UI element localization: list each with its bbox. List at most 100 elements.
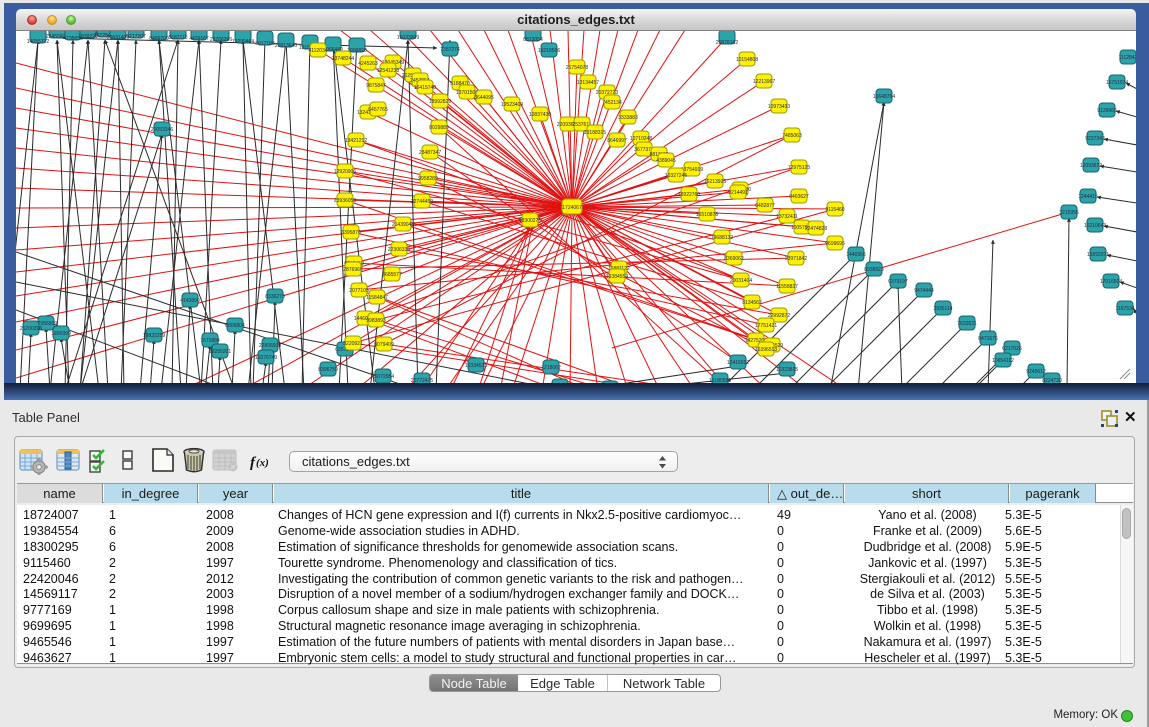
- svg-text:23487347: 23487347: [419, 150, 441, 156]
- svg-text:9217207: 9217207: [126, 34, 146, 40]
- svg-text:4439167: 4439167: [189, 36, 209, 42]
- svg-text:15692971: 15692971: [1087, 252, 1109, 258]
- svg-text:8806804: 8806804: [225, 323, 245, 329]
- svg-text:3215955: 3215955: [1059, 210, 1079, 216]
- svg-text:9214491: 9214491: [728, 190, 748, 196]
- svg-text:16648764: 16648764: [873, 94, 895, 100]
- svg-text:7357274: 7357274: [440, 47, 460, 53]
- svg-text:2876966: 2876966: [343, 267, 363, 273]
- svg-text:3395870: 3395870: [341, 230, 361, 236]
- svg-text:4112034: 4112034: [308, 48, 327, 54]
- svg-text:10654112: 10654112: [992, 358, 1014, 364]
- svg-text:8224730: 8224730: [1042, 378, 1062, 383]
- svg-text:22306335: 22306335: [388, 247, 410, 253]
- svg-text:18922760: 18922760: [678, 192, 700, 198]
- svg-text:16213925: 16213925: [704, 179, 726, 185]
- svg-text:1890399: 1890399: [51, 331, 71, 337]
- svg-text:1218062: 1218062: [541, 365, 561, 371]
- svg-text:7485063: 7485063: [782, 133, 802, 139]
- svg-text:19384554: 19384554: [606, 274, 628, 280]
- svg-text:9983893: 9983893: [366, 318, 386, 324]
- svg-text:9474444: 9474444: [914, 288, 934, 294]
- svg-text:7632621: 7632621: [957, 321, 977, 327]
- svg-text:20772475: 20772475: [411, 378, 433, 383]
- svg-text:2935114: 2935114: [933, 306, 952, 312]
- svg-text:20053346: 20053346: [151, 127, 173, 133]
- svg-text:13421212: 13421212: [345, 138, 367, 144]
- svg-text:9115460: 9115460: [825, 207, 844, 213]
- svg-text:6457765: 6457765: [368, 107, 388, 113]
- svg-text:1724067: 1724067: [562, 205, 582, 211]
- svg-text:8134562: 8134562: [742, 300, 762, 306]
- svg-text:12975125: 12975125: [788, 165, 810, 171]
- svg-text:8489709: 8489709: [149, 36, 169, 42]
- svg-text:6379197: 6379197: [888, 279, 908, 285]
- svg-text:23936053: 23936053: [334, 198, 356, 204]
- svg-text:23188315: 23188315: [584, 130, 606, 136]
- svg-text:22806503: 22806503: [259, 343, 281, 349]
- svg-text:4389045: 4389045: [656, 158, 676, 164]
- svg-text:8029889: 8029889: [429, 125, 449, 131]
- svg-text:8471676: 8471676: [978, 336, 998, 342]
- svg-text:4245263: 4245263: [358, 61, 378, 67]
- svg-text:20876162: 20876162: [716, 40, 738, 46]
- svg-text:19832259: 19832259: [143, 333, 165, 339]
- svg-text:5682115: 5682115: [168, 35, 187, 41]
- svg-text:3220921: 3220921: [343, 341, 363, 347]
- svg-text:19299464: 19299464: [232, 39, 254, 45]
- svg-text:6217026: 6217026: [1002, 346, 1022, 352]
- svg-text:16033809: 16033809: [397, 35, 419, 41]
- svg-text:12541238: 12541238: [377, 68, 399, 74]
- svg-text:18300275: 18300275: [519, 218, 541, 224]
- svg-text:16072954: 16072954: [372, 374, 394, 380]
- svg-text:12213967: 12213967: [753, 79, 775, 85]
- svg-text:1440956: 1440956: [846, 252, 866, 258]
- svg-text:8938923: 8938923: [864, 267, 884, 273]
- svg-text:4143890: 4143890: [180, 298, 200, 304]
- svg-text:20031404: 20031404: [730, 278, 752, 284]
- svg-text:23706266: 23706266: [210, 37, 232, 43]
- svg-text:12920906: 12920906: [334, 169, 356, 175]
- svg-text:18992829: 18992829: [429, 99, 451, 105]
- svg-text:1244415: 1244415: [1078, 194, 1098, 200]
- svg-text:7671884: 7671884: [200, 338, 220, 344]
- svg-text:16396513: 16396513: [755, 347, 777, 353]
- svg-text:9227342: 9227342: [1085, 136, 1105, 142]
- svg-text:3644095: 3644095: [474, 95, 494, 101]
- svg-text:1167534: 1167534: [1115, 306, 1134, 312]
- svg-text:12416912: 12416912: [727, 360, 749, 366]
- svg-text:10154808: 10154808: [736, 57, 758, 63]
- svg-text:6482877: 6482877: [755, 203, 775, 209]
- svg-text:8685577: 8685577: [382, 272, 402, 278]
- svg-text:8396759: 8396759: [318, 367, 338, 373]
- svg-text:15751074: 15751074: [1106, 80, 1128, 86]
- svg-text:21439044: 21439044: [392, 222, 414, 228]
- svg-text:17751421: 17751421: [755, 323, 777, 329]
- svg-text:15076749: 15076749: [255, 355, 277, 361]
- svg-text:10973493: 10973493: [768, 104, 790, 110]
- svg-text:10837430: 10837430: [529, 112, 551, 118]
- svg-text:10323815: 10323815: [776, 367, 798, 373]
- svg-text:19688132: 19688132: [711, 235, 733, 241]
- svg-text:21754078: 21754078: [566, 65, 588, 71]
- svg-text:20813640: 20813640: [275, 43, 297, 49]
- svg-text:17016504: 17016504: [1100, 279, 1122, 285]
- svg-text:23971842: 23971842: [785, 256, 807, 262]
- svg-text:16510878: 16510878: [696, 212, 718, 218]
- svg-text:19523409: 19523409: [501, 102, 523, 108]
- svg-text:9875847: 9875847: [366, 83, 386, 89]
- svg-text:9129966: 9129966: [1097, 108, 1117, 114]
- svg-text:19285201: 19285201: [209, 349, 231, 355]
- svg-text:11558837: 11558837: [776, 284, 798, 290]
- svg-text:7452134: 7452134: [602, 100, 622, 106]
- svg-text:8079409: 8079409: [374, 342, 394, 348]
- svg-text:3917183: 3917183: [255, 41, 275, 47]
- svg-text:8646997: 8646997: [607, 138, 627, 144]
- svg-text:16210643: 16210643: [1084, 223, 1106, 229]
- svg-text:21200396: 21200396: [20, 326, 42, 332]
- svg-text:10334531: 10334531: [465, 363, 487, 369]
- svg-text:19218506: 19218506: [538, 48, 560, 54]
- svg-text:8369062: 8369062: [724, 256, 744, 262]
- svg-text:13134457: 13134457: [577, 80, 599, 86]
- svg-text:12093872: 12093872: [1080, 163, 1102, 169]
